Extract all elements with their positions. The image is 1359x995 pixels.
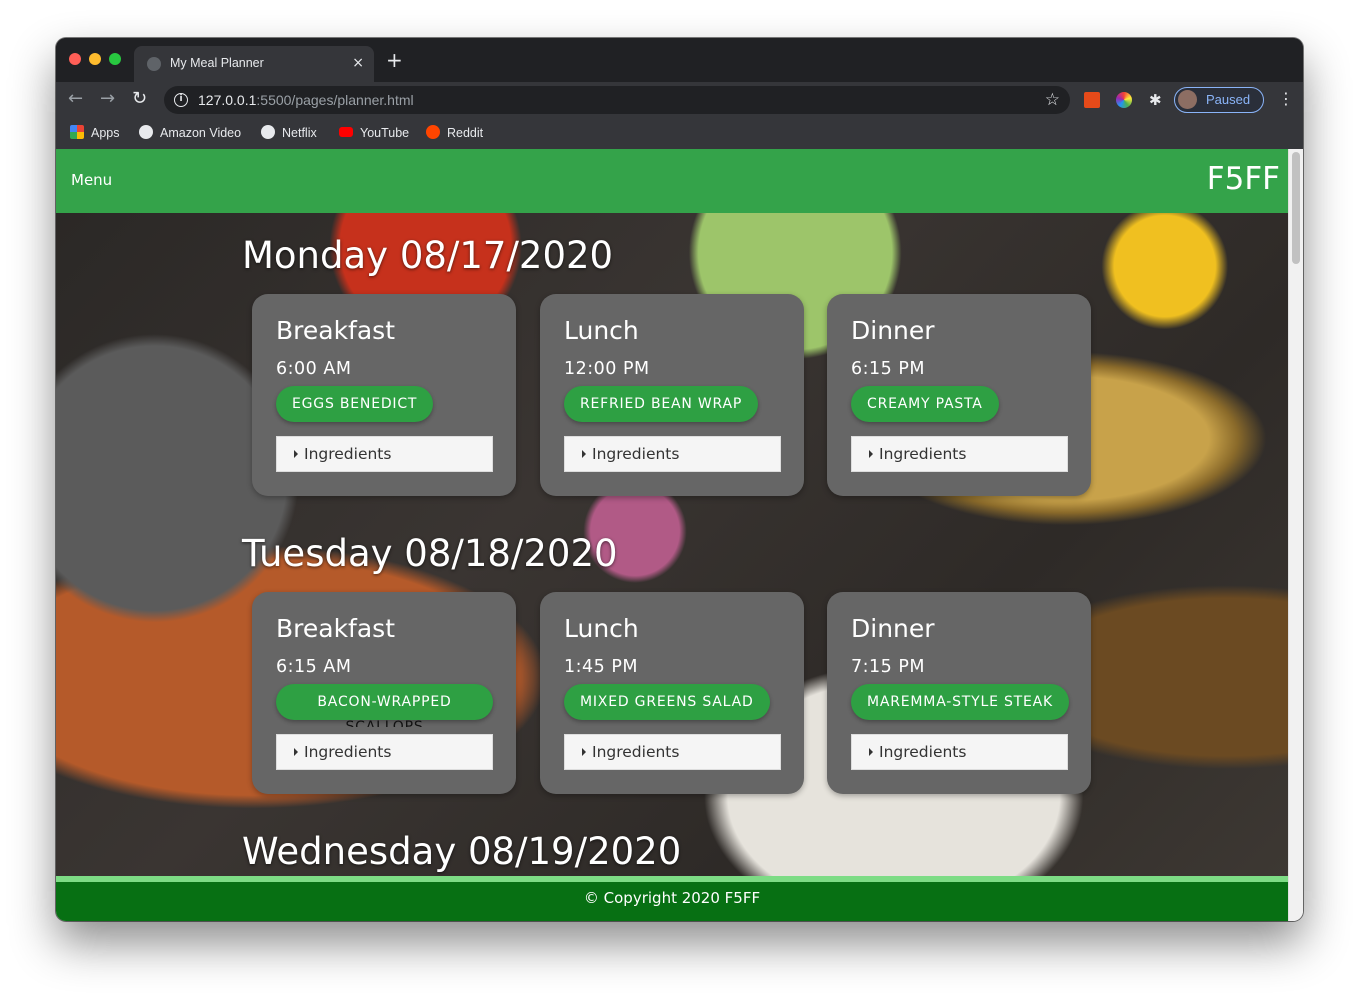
browser-window: My Meal Planner × + ← → ↻ i 127.0.0.1:55… bbox=[56, 38, 1303, 921]
caret-right-icon bbox=[294, 748, 298, 756]
ingredients-toggle[interactable]: Ingredients bbox=[564, 436, 781, 472]
meal-time: 6:00 AM bbox=[276, 359, 352, 379]
brand-logo[interactable]: F5FF bbox=[1207, 161, 1280, 197]
browser-tab[interactable]: My Meal Planner × bbox=[134, 46, 374, 82]
bookmarks-bar: Apps Amazon Video Netflix YouTube Reddit bbox=[56, 118, 1303, 149]
bookmark-amazon-video[interactable]: Amazon Video bbox=[139, 123, 241, 143]
ingredients-toggle[interactable]: Ingredients bbox=[851, 436, 1068, 472]
ingredients-toggle[interactable]: Ingredients bbox=[276, 734, 493, 770]
meal-name: Lunch bbox=[564, 614, 639, 643]
meal-card-dinner: Dinner 6:15 PM CREAMY PASTA Ingredients bbox=[827, 294, 1091, 496]
ingredients-toggle[interactable]: Ingredients bbox=[851, 734, 1068, 770]
youtube-icon bbox=[339, 127, 353, 137]
address-bar[interactable]: i 127.0.0.1:5500/pages/planner.html ☆ bbox=[164, 86, 1070, 114]
recipe-button[interactable]: CREAMY PASTA bbox=[851, 386, 999, 422]
recipe-button[interactable]: REFRIED BEAN WRAP bbox=[564, 386, 759, 422]
recipe-button[interactable]: BACON-WRAPPED SCALLOPS bbox=[276, 684, 493, 727]
tab-strip: My Meal Planner × + bbox=[56, 38, 1303, 82]
puzzle-extensions-icon[interactable]: ✱ bbox=[1149, 92, 1165, 108]
close-window-button[interactable] bbox=[69, 53, 81, 65]
meal-card-dinner: Dinner 7:15 PM MAREMMA-STYLE STEAK Ingre… bbox=[827, 592, 1091, 794]
bookmark-apps[interactable]: Apps bbox=[70, 123, 120, 143]
profile-status: Paused bbox=[1206, 92, 1251, 107]
zoom-window-button[interactable] bbox=[109, 53, 121, 65]
minimize-window-button[interactable] bbox=[89, 53, 101, 65]
url-text[interactable]: 127.0.0.1:5500/pages/planner.html bbox=[198, 92, 414, 108]
day-heading: Tuesday 08/18/2020 bbox=[242, 532, 618, 575]
caret-right-icon bbox=[582, 450, 586, 458]
meal-planner-page: Menu F5FF Monday 08/17/2020 Breakfast 6:… bbox=[56, 149, 1288, 921]
meal-name: Dinner bbox=[851, 316, 935, 345]
bookmark-netflix[interactable]: Netflix bbox=[261, 123, 317, 143]
recipe-button[interactable]: EGGS BENEDICT bbox=[276, 386, 434, 422]
bookmark-youtube[interactable]: YouTube bbox=[339, 123, 409, 143]
meal-name: Breakfast bbox=[276, 316, 396, 345]
caret-right-icon bbox=[294, 450, 298, 458]
color-picker-extension-icon[interactable] bbox=[1116, 92, 1132, 108]
bookmark-reddit[interactable]: Reddit bbox=[426, 123, 483, 143]
more-menu-icon[interactable]: ⋮ bbox=[1278, 89, 1294, 108]
day-heading: Wednesday 08/19/2020 bbox=[242, 830, 682, 873]
recipe-button[interactable]: MIXED GREENS SALAD bbox=[564, 684, 770, 720]
meal-time: 6:15 PM bbox=[851, 359, 926, 379]
browser-toolbar: ← → ↻ i 127.0.0.1:5500/pages/planner.htm… bbox=[56, 82, 1303, 118]
tab-title: My Meal Planner bbox=[170, 56, 264, 70]
meal-time: 12:00 PM bbox=[564, 359, 650, 379]
avatar bbox=[1178, 90, 1197, 109]
site-footer: © Copyright 2020 F5FF bbox=[56, 876, 1288, 921]
meal-name: Dinner bbox=[851, 614, 935, 643]
extension-icon[interactable] bbox=[1084, 92, 1100, 108]
caret-right-icon bbox=[869, 450, 873, 458]
site-header: Menu F5FF bbox=[56, 149, 1288, 213]
back-arrow-icon[interactable]: ← bbox=[68, 88, 83, 110]
meal-card-lunch: Lunch 1:45 PM MIXED GREENS SALAD Ingredi… bbox=[540, 592, 804, 794]
meal-time: 1:45 PM bbox=[564, 657, 639, 677]
ingredients-toggle[interactable]: Ingredients bbox=[276, 436, 493, 472]
caret-right-icon bbox=[869, 748, 873, 756]
meal-card-lunch: Lunch 12:00 PM REFRIED BEAN WRAP Ingredi… bbox=[540, 294, 804, 496]
day-heading: Monday 08/17/2020 bbox=[242, 234, 614, 277]
reload-icon[interactable]: ↻ bbox=[132, 88, 147, 110]
globe-icon bbox=[261, 125, 275, 139]
menu-link[interactable]: Menu bbox=[71, 171, 112, 189]
close-icon[interactable]: × bbox=[352, 54, 364, 72]
profile-button[interactable]: Paused bbox=[1174, 87, 1264, 113]
apps-icon bbox=[70, 125, 84, 139]
scrollbar-thumb[interactable] bbox=[1292, 152, 1300, 264]
page-viewport: Menu F5FF Monday 08/17/2020 Breakfast 6:… bbox=[56, 149, 1303, 921]
caret-right-icon bbox=[582, 748, 586, 756]
meal-card-breakfast: Breakfast 6:00 AM EGGS BENEDICT Ingredie… bbox=[252, 294, 516, 496]
meal-time: 6:15 AM bbox=[276, 657, 352, 677]
recipe-button[interactable]: MAREMMA-STYLE STEAK bbox=[851, 684, 1070, 720]
ingredients-toggle[interactable]: Ingredients bbox=[564, 734, 781, 770]
meal-time: 7:15 PM bbox=[851, 657, 926, 677]
page-scrollbar[interactable] bbox=[1288, 149, 1303, 921]
reddit-icon bbox=[426, 125, 440, 139]
globe-icon bbox=[147, 57, 161, 71]
bookmark-star-icon[interactable]: ☆ bbox=[1045, 90, 1060, 110]
info-icon[interactable]: i bbox=[174, 93, 188, 107]
forward-arrow-icon[interactable]: → bbox=[100, 88, 115, 110]
copyright-text: © Copyright 2020 F5FF bbox=[583, 889, 761, 907]
globe-icon bbox=[139, 125, 153, 139]
meal-card-breakfast: Breakfast 6:15 AM BACON-WRAPPED SCALLOPS… bbox=[252, 592, 516, 794]
food-background: Monday 08/17/2020 Breakfast 6:00 AM EGGS… bbox=[56, 213, 1288, 876]
new-tab-button[interactable]: + bbox=[386, 50, 403, 70]
meal-name: Breakfast bbox=[276, 614, 396, 643]
meal-name: Lunch bbox=[564, 316, 639, 345]
recipe-overflow-text: SCALLOPS bbox=[276, 720, 493, 727]
